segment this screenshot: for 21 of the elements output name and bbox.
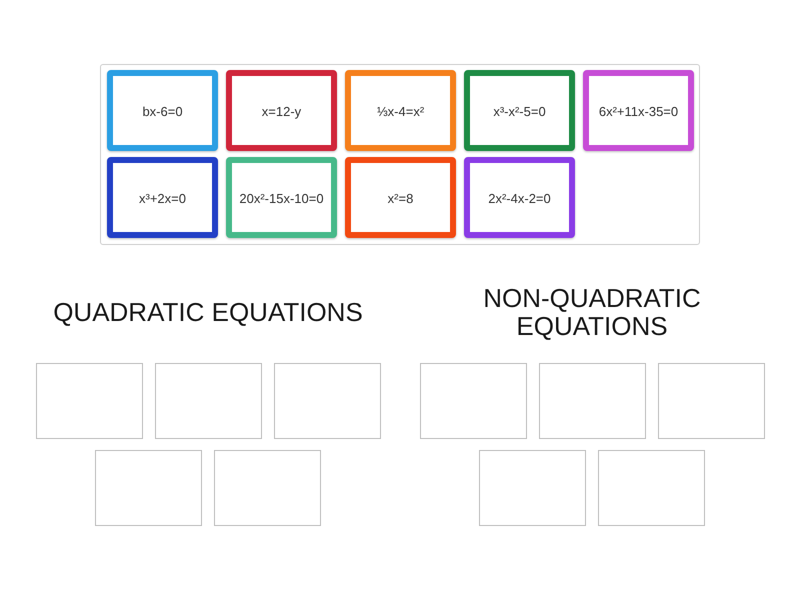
group-title: QUADRATIC EQUATIONS (53, 298, 363, 326)
equation-card[interactable]: 2x²-4x-2=0 (464, 157, 575, 238)
drop-slot[interactable] (658, 363, 764, 439)
drop-slot[interactable] (274, 363, 380, 439)
equation-card[interactable]: 6x²+11x-35=0 (583, 70, 694, 151)
equation-card[interactable]: 20x²-15x-10=0 (226, 157, 337, 238)
drop-slot[interactable] (95, 450, 202, 526)
equation-card[interactable]: bx-6=0 (107, 70, 218, 151)
equation-card[interactable]: x³-x²-5=0 (464, 70, 575, 151)
drop-slot[interactable] (479, 450, 586, 526)
drop-slot[interactable] (598, 450, 705, 526)
drop-slot[interactable] (420, 363, 526, 439)
equation-card[interactable]: x=12-y (226, 70, 337, 151)
drop-slot[interactable] (538, 363, 646, 439)
equation-card[interactable]: x³+2x=0 (107, 157, 218, 238)
drop-slot[interactable] (154, 363, 262, 439)
group-title: NON-QUADRATIC EQUATIONS (482, 284, 702, 340)
equation-card[interactable]: x²=8 (345, 157, 456, 238)
equation-card[interactable]: ⅓x-4=x² (345, 70, 456, 151)
drop-slot[interactable] (36, 363, 142, 439)
drop-slot[interactable] (214, 450, 321, 526)
